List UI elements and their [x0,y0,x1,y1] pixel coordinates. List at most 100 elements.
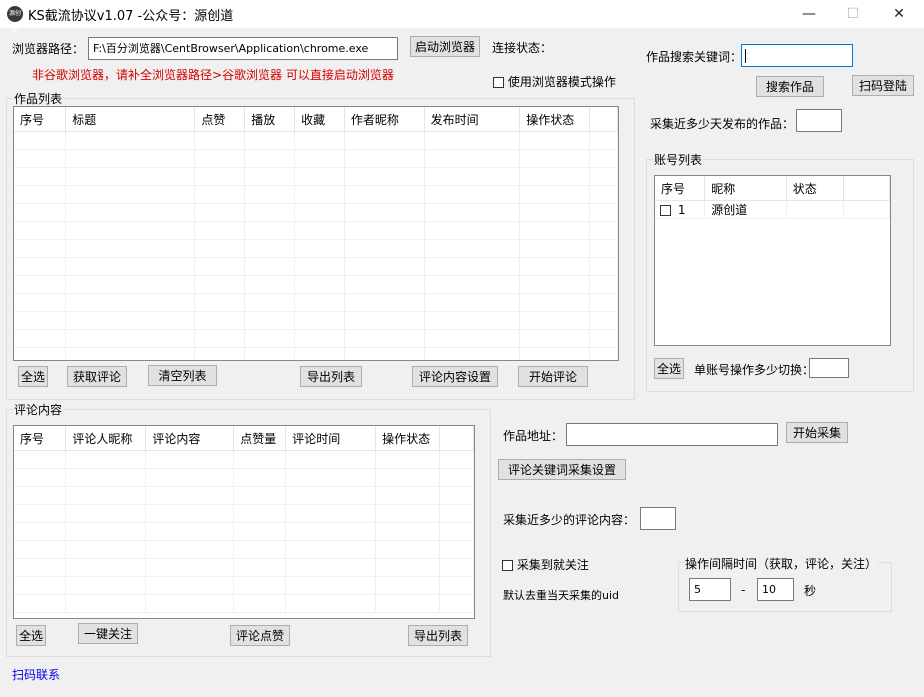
empty-row [14,311,618,330]
column-header-likes[interactable]: 点赞 [194,107,246,132]
column-header-publish-time[interactable]: 发布时间 [424,107,521,132]
interval-max-input[interactable]: 10 [757,578,794,601]
column-header-author[interactable]: 作者昵称 [344,107,425,132]
comments-group-title: 评论内容 [13,401,64,418]
start-comment-button[interactable]: 开始评论 [518,366,588,387]
browser-warning: 非谷歌浏览器，请补全浏览器路径>谷歌浏览器 可以直接启动浏览器 [32,68,394,82]
export-works-button[interactable]: 导出列表 [300,366,362,387]
minimize-icon[interactable]: — [786,0,832,28]
empty-row [14,450,474,469]
column-header-favorites[interactable]: 收藏 [294,107,345,132]
comment-content-settings-button[interactable]: 评论内容设置 [412,366,498,387]
empty-row [14,257,618,276]
checkbox-icon[interactable] [502,560,513,571]
maximize-icon[interactable]: ☐ [830,0,876,28]
interval-unit-label: 秒 [804,584,817,598]
follow-all-button[interactable]: 一键关注 [78,623,138,644]
export-comments-button[interactable]: 导出列表 [408,625,468,646]
empty-row [14,185,618,204]
comment-keyword-settings-button[interactable]: 评论关键词采集设置 [498,459,626,480]
switch-count-input[interactable] [809,358,849,378]
scan-login-button[interactable]: 扫码登陆 [852,75,914,96]
browser-mode-checkbox[interactable]: 使用浏览器模式操作 [493,73,616,90]
comments-list[interactable]: 序号 评论人昵称 评论内容 点赞量 评论时间 操作状态 [13,425,475,619]
table-row[interactable]: 1 源创道 [655,200,890,219]
column-header-status[interactable]: 状态 [786,176,845,201]
column-header-nickname[interactable]: 昵称 [704,176,787,201]
switch-count-label: 单账号操作多少切换： [694,363,815,377]
column-header-spacer [843,176,890,201]
column-header-index[interactable]: 序号 [14,426,67,451]
works-list[interactable]: 序号 标题 点赞 播放 收藏 作者昵称 发布时间 操作状态 [13,106,619,361]
search-works-button[interactable]: 搜索作品 [756,76,824,97]
works-select-all-button[interactable]: 全选 [18,366,48,387]
recent-comments-input[interactable] [640,507,676,530]
auto-follow-label: 采集到就关注 [516,558,589,572]
browser-path-input[interactable]: F:\百分浏览器\CentBrowser\Application\chrome.… [88,37,398,60]
column-header-plays[interactable]: 播放 [244,107,296,132]
empty-row [14,275,618,294]
interval-min-input[interactable]: 5 [689,578,731,601]
accounts-list[interactable]: 序号 昵称 状态 1 源创道 [654,175,891,346]
empty-row [14,468,474,487]
like-comments-button[interactable]: 评论点赞 [230,625,290,646]
empty-row [14,203,618,222]
row-checkbox[interactable] [660,204,671,216]
comments-select-all-button[interactable]: 全选 [16,625,46,646]
column-header-commenter[interactable]: 评论人昵称 [65,426,147,451]
works-group-title: 作品列表 [13,90,64,107]
clear-list-button[interactable]: 清空列表 [148,365,217,386]
browser-path-label: 浏览器路径： [12,42,85,56]
column-header-index[interactable]: 序号 [655,176,706,201]
empty-row [14,347,618,360]
get-comments-button[interactable]: 获取评论 [67,366,127,387]
row-nickname: 源创道 [704,200,787,219]
interval-dash: - [741,583,746,597]
browser-mode-label: 使用浏览器模式操作 [507,75,616,89]
connection-status-label: 连接状态： [492,41,553,55]
empty-row [14,576,474,595]
interval-group-title: 操作间隔时间（获取，评论，关注） [684,555,879,572]
window-title: KS截流协议v1.07 -公众号：源创道 [28,9,234,24]
column-header-likes[interactable]: 点赞量 [233,426,287,451]
empty-row [14,486,474,505]
recent-comments-label: 采集近多少的评论内容： [503,513,636,527]
work-url-label: 作品地址： [503,429,564,443]
contact-link[interactable]: 扫码联系 [12,666,60,683]
recent-days-input[interactable] [796,109,842,132]
close-icon[interactable]: ✕ [876,0,922,28]
column-header-status[interactable]: 操作状态 [375,426,441,451]
checkbox-icon[interactable] [493,77,504,88]
recent-days-label: 采集近多少天发布的作品： [650,117,795,131]
accounts-select-all-button[interactable]: 全选 [654,358,684,379]
column-header-content[interactable]: 评论内容 [145,426,235,451]
search-keyword-label: 作品搜索关键词： [646,50,743,64]
empty-row [14,522,474,541]
accounts-group-title: 账号列表 [653,151,704,168]
dedupe-note: 默认去重当天采集的uid [503,589,620,602]
column-header-title[interactable]: 标题 [65,107,196,132]
search-keyword-input[interactable] [741,44,853,67]
work-url-input[interactable] [566,423,778,446]
row-status [786,200,845,219]
start-collect-button[interactable]: 开始采集 [786,422,848,443]
empty-row [14,329,618,348]
row-index: 1 [677,202,686,217]
empty-row [14,239,618,258]
empty-row [14,540,474,559]
column-header-status[interactable]: 操作状态 [519,107,591,132]
auto-follow-checkbox[interactable]: 采集到就关注 [502,556,589,573]
empty-row [14,504,474,523]
empty-row [14,293,618,312]
empty-row [14,221,618,240]
column-header-comment-time[interactable]: 评论时间 [285,426,377,451]
empty-row [14,594,474,613]
column-header-index[interactable]: 序号 [14,107,67,132]
empty-row [14,167,618,186]
empty-row [14,149,618,168]
column-header-spacer [439,426,474,451]
empty-row [14,558,474,577]
launch-browser-button[interactable]: 启动浏览器 [410,36,480,57]
empty-row [14,131,618,150]
app-logo-icon: 源创道 [7,6,23,33]
